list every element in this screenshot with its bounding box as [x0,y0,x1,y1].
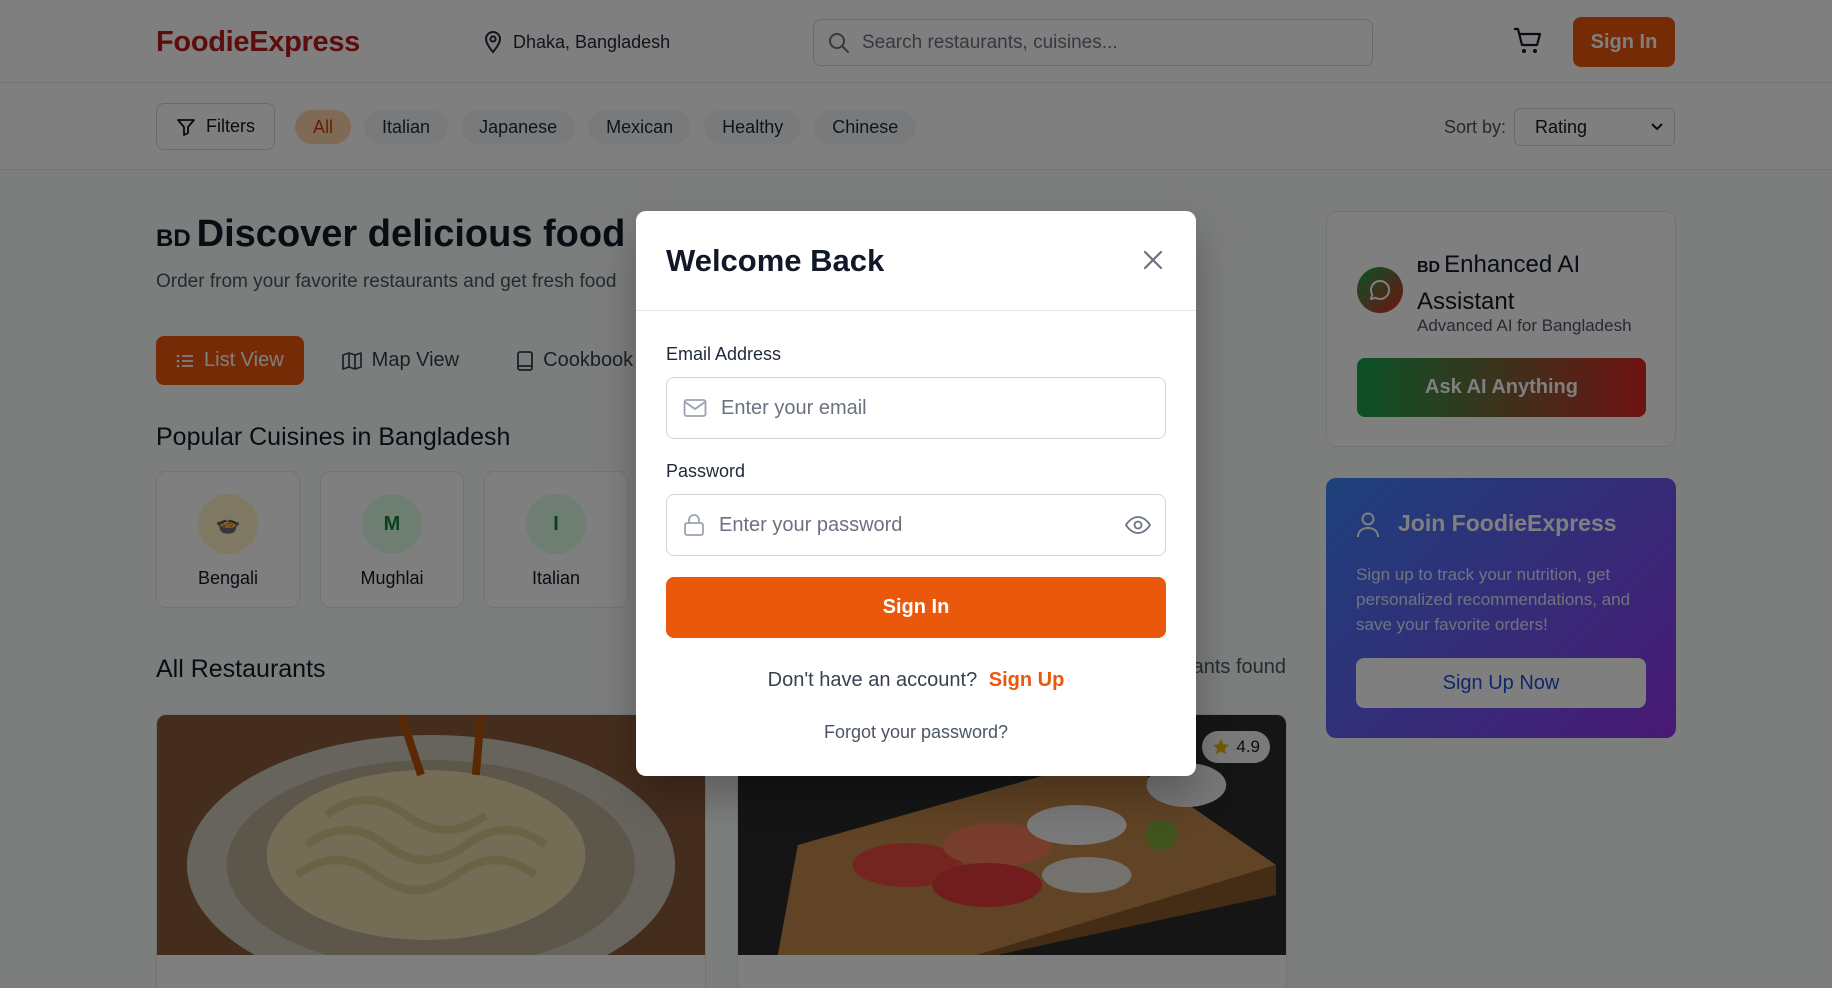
modal-header: Welcome Back [636,211,1196,311]
signup-prompt: Don't have an account? Sign Up [636,669,1196,692]
email-field[interactable] [666,377,1166,439]
password-field[interactable] [666,494,1166,556]
no-account-text: Don't have an account? [767,669,978,691]
mail-icon [683,399,707,417]
modal-title: Welcome Back [666,243,885,278]
password-label: Password [666,461,746,481]
sign-up-link[interactable]: Sign Up [989,669,1065,691]
sign-in-submit-button[interactable]: Sign In [666,577,1166,638]
close-button[interactable] [1140,247,1166,273]
password-input[interactable] [719,513,1119,537]
email-label: Email Address [666,344,782,364]
eye-icon[interactable] [1125,514,1151,536]
email-input[interactable] [721,396,1121,420]
lock-icon [684,514,704,536]
close-icon [1143,250,1163,270]
forgot-password-link[interactable]: Forgot your password? [636,722,1196,743]
login-modal: Welcome Back Email Address Password Sign… [636,211,1196,776]
